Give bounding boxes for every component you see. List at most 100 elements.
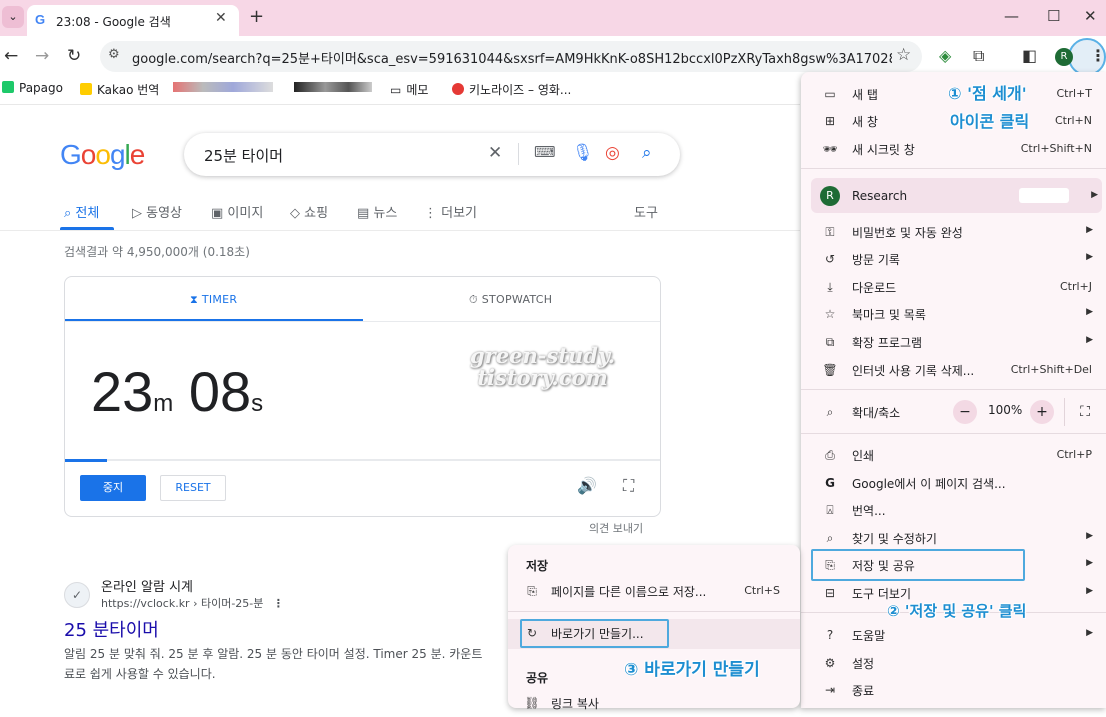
new-tab-icon[interactable]: + [249,6,264,27]
result-title-link[interactable]: 25 분타이머 [64,616,159,642]
menu-search-page[interactable]: G Google에서 이 페이지 검색... [801,469,1106,497]
timer-widget: ⧗ TIMER ⏱ STOPWATCH 23m 08s 중지 RESET 🔊 ⛶ [64,276,661,517]
tab-videos[interactable]: ▷ 동영상 [132,202,182,221]
search-tabs: ⌕ 전체 ▷ 동영상 ▣ 이미지 ◇ 쇼핑 ▤ 뉴스 ⋮ 더보기 도구 [60,200,800,230]
menu-profile[interactable]: R Research ▶ [811,178,1102,213]
result-snippet: 알림 25 분 맞춰 줘. 25 분 후 알람. 25 분 동안 타이머 설정.… [64,647,483,681]
tab-all[interactable]: ⌕ 전체 [64,202,99,221]
bookmark-star-icon[interactable]: ☆ [896,45,911,65]
search-query[interactable]: 25분 타이머 [204,145,283,166]
menu-exit[interactable]: ⇥ 종료 [801,676,1106,704]
window-close-icon[interactable]: ✕ [1084,7,1097,25]
menu-incognito[interactable]: 🕶 새 시크릿 창 Ctrl+Shift+N [801,135,1106,163]
menu-clear-data[interactable]: 🗑 인터넷 사용 기록 삭제... Ctrl+Shift+Del [801,356,1106,384]
extensions-puzzle-icon[interactable]: ⧉ [973,46,984,66]
timer-progress-bar [65,459,107,462]
watermark: green-study. tistory.com [470,343,616,390]
printer-icon: ⎙ [825,448,835,462]
incognito-icon: 🕶 [822,142,838,156]
menu-help[interactable]: ? 도움말 ▶ [801,621,1106,649]
reset-button[interactable]: RESET [160,475,226,501]
tab-stopwatch[interactable]: ⏱ STOPWATCH [469,293,552,307]
active-tab[interactable]: G 23:08 - Google 검색 ✕ [27,5,239,36]
link-icon: ⛓ [524,696,540,710]
download-icon: ⤓ [827,280,833,294]
tab-shopping[interactable]: ◇ 쇼핑 [290,202,328,221]
url-text[interactable]: google.com/search?q=25분+타이머&sca_esv=5916… [132,48,892,67]
bookmark-blurred-1[interactable] [173,81,273,95]
stop-button[interactable]: 중지 [80,475,146,501]
site-favicon-icon[interactable]: ✓ [64,582,90,608]
menu-settings[interactable]: ⚙ 설정 [801,649,1106,677]
clear-icon[interactable]: ✕ [488,143,502,163]
submenu-save-page[interactable]: ⎘ 페이지를 다른 이름으로 저장... Ctrl+S [508,577,800,605]
chevron-right-icon: ▶ [1086,586,1093,596]
maximize-icon[interactable]: ☐ [1047,7,1060,25]
chevron-right-icon: ▶ [1086,628,1093,638]
blurred-bookmark [173,82,273,92]
submenu-save-header: 저장 [526,559,549,573]
extension-icon[interactable]: ◈ [939,46,951,65]
kebab-menu-icon[interactable]: ⋮ [1090,46,1106,65]
profile-avatar[interactable]: R [1055,48,1073,66]
help-icon: ? [826,628,834,642]
submenu-copy-link[interactable]: ⛓ 링크 복사 [508,689,800,717]
menu-downloads[interactable]: ⤓ 다운로드 Ctrl+J [801,273,1106,301]
menu-translate[interactable]: ⍓ 번역... [801,496,1106,524]
menu-bookmarks[interactable]: ☆ 북마크 및 목록 ▶ [801,300,1106,328]
menu-history[interactable]: ↺ 방문 기록 ▶ [801,245,1106,273]
site-settings-icon[interactable]: ⚙ [108,47,120,62]
result-stats: 검색결과 약 4,950,000개 (0.18초) [64,245,250,259]
tab-search-button[interactable]: ⌄ [2,6,24,28]
menu-print[interactable]: ⎙ 인쇄 Ctrl+P [801,441,1106,469]
menu-find-edit[interactable]: ⌕ 찾기 및 수정하기 ▶ [801,524,1106,552]
tab-images[interactable]: ▣ 이미지 [211,202,263,221]
tab-more[interactable]: ⋮ 더보기 [424,202,477,221]
google-logo[interactable]: Google [60,139,145,171]
bookmark-kakao[interactable]: Kakao 번역 [80,81,159,98]
lens-icon[interactable]: ◎ [605,143,620,163]
back-icon[interactable]: ← [4,46,18,66]
exit-icon: ⇥ [824,683,836,697]
fullscreen-icon[interactable]: ⛶ [1073,400,1097,424]
zoom-out-button[interactable]: − [953,400,977,424]
save-share-submenu: 저장 ⎘ 페이지를 다른 이름으로 저장... Ctrl+S ↻ 바로가기 만들… [508,545,800,711]
tab-timer[interactable]: ⧗ TIMER [190,293,237,307]
chevron-right-icon: ▶ [1086,335,1093,345]
timer-display[interactable]: 23m 08s [91,359,263,424]
bookmark-folder-memo[interactable]: ▭ 메모 [390,81,428,98]
menu-passwords[interactable]: ⚿ 비밀번호 및 자동 완성 ▶ [801,218,1106,246]
reload-icon[interactable]: ↻ [67,46,81,66]
tab-news[interactable]: ▤ 뉴스 [357,202,397,221]
search-box[interactable]: 25분 타이머 ✕ ⌨ 🎙 ◎ ⌕ [184,133,680,176]
keyboard-icon[interactable]: ⌨ [534,143,556,161]
tools-button[interactable]: 도구 [634,202,658,221]
gear-icon: ⚙ [824,656,836,670]
submenu-divider [508,611,800,612]
profile-badge [1019,188,1069,203]
feedback-link[interactable]: 의견 보내기 [589,520,643,536]
close-tab-icon[interactable]: ✕ [215,10,227,26]
mic-icon[interactable]: 🎙 [572,143,594,163]
bookmark-kinolights[interactable]: 키노라이즈 – 영화... [452,81,571,98]
side-panel-icon[interactable]: ◧ [1022,46,1037,65]
new-window-icon: ⊞ [824,114,836,128]
bookmark-blurred-2[interactable] [294,81,372,95]
result-url[interactable]: https://vclock.kr › 타이머-25-분 ⋮ [101,595,284,611]
sound-icon[interactable]: 🔊 [577,476,597,495]
menu-divider [801,168,1106,169]
zoom-in-button[interactable]: + [1030,400,1054,424]
result-site-name[interactable]: 온라인 알람 시계 [101,576,193,595]
fullscreen-icon[interactable]: ⛶ [623,476,634,496]
forward-icon[interactable]: → [35,46,49,66]
history-icon: ↺ [824,252,836,266]
more-options-icon[interactable]: ⋮ [273,597,284,610]
bookmark-papago[interactable]: Papago [2,81,63,95]
zoom-level: 100% [988,403,1023,417]
address-bar[interactable]: ⚙ google.com/search?q=25분+타이머&sca_esv=59… [100,41,922,72]
minimize-icon[interactable]: — [1004,7,1019,25]
zoom-icon: ⌕ [826,405,834,419]
menu-extensions[interactable]: ⧉ 확장 프로그램 ▶ [801,328,1106,356]
translate-icon: ⍓ [826,503,834,517]
search-icon[interactable]: ⌕ [642,143,652,163]
